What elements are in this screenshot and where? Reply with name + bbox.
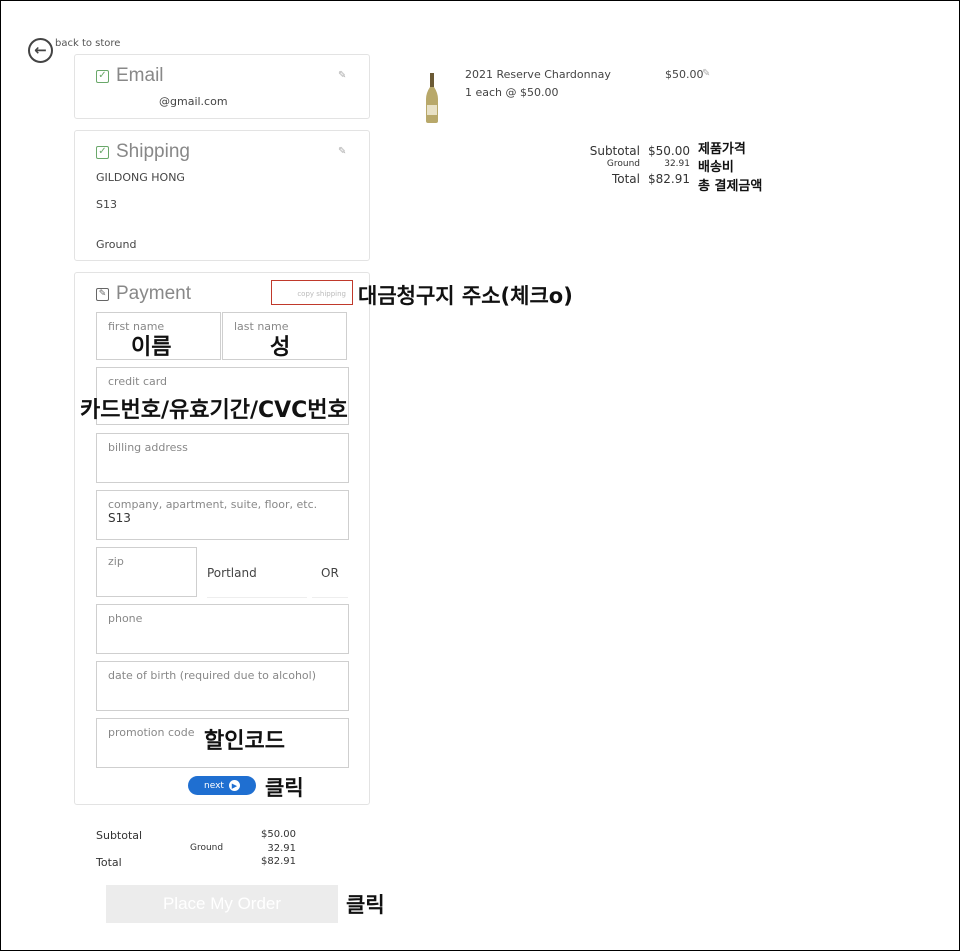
top-total-value: $82.91 bbox=[648, 172, 690, 186]
shipping-panel: ✓ Shipping ✎ GILDONG HONG S13 Ground bbox=[74, 130, 370, 261]
annotation-product-price: 제품가격 bbox=[698, 142, 746, 157]
dob-label: date of birth (required due to alcohol) bbox=[108, 669, 317, 682]
play-circle-icon: ▶ bbox=[228, 780, 240, 791]
billing-address-field[interactable]: billing address bbox=[96, 433, 349, 483]
copy-shipping-label: copy shipping bbox=[297, 290, 346, 298]
zip-field[interactable]: zip bbox=[96, 547, 197, 597]
annotation-promo-code: 할인코드 bbox=[204, 729, 285, 754]
bottom-ground-value: 32.91 bbox=[267, 843, 296, 854]
annotation-click-order: 클릭 bbox=[346, 893, 385, 917]
annotation-shipping-fee: 배송비 bbox=[698, 160, 734, 175]
email-panel: ✓ Email ✎ @gmail.com bbox=[74, 54, 370, 119]
bottom-total-label: Total bbox=[96, 856, 122, 869]
next-button[interactable]: next ▶ bbox=[188, 776, 256, 795]
checkbox-checked-icon: ✓ bbox=[96, 145, 109, 159]
product-name: 2021 Reserve Chardonnay bbox=[465, 68, 611, 81]
bottom-subtotal-value: $50.00 bbox=[261, 829, 296, 840]
copy-shipping-checkbox[interactable]: copy shipping bbox=[271, 280, 353, 305]
shipping-method: Ground bbox=[96, 238, 137, 251]
email-title: Email bbox=[116, 65, 164, 86]
top-subtotal-value: $50.00 bbox=[648, 144, 690, 158]
phone-label: phone bbox=[108, 612, 143, 625]
top-total-label: Total bbox=[611, 172, 640, 186]
checkbox-checked-icon: ✓ bbox=[96, 69, 109, 83]
edit-shipping-icon[interactable]: ✎ bbox=[338, 146, 346, 157]
zip-label: zip bbox=[108, 555, 124, 568]
shipping-title: Shipping bbox=[116, 141, 190, 162]
shipping-address: S13 bbox=[96, 198, 117, 211]
edit-product-icon[interactable]: ✎ bbox=[702, 68, 710, 79]
phone-field[interactable]: phone bbox=[96, 604, 349, 654]
state-value: OR bbox=[321, 566, 339, 580]
billing-address-label: billing address bbox=[108, 441, 188, 454]
top-ground-value: 32.91 bbox=[664, 159, 690, 169]
company-label: company, apartment, suite, floor, etc. bbox=[108, 498, 318, 511]
back-to-store-label: back to store bbox=[55, 38, 121, 49]
credit-card-label: credit card bbox=[108, 375, 168, 388]
top-subtotal-label: Subtotal bbox=[589, 144, 640, 158]
product-qty-line: 1 each @ $50.00 bbox=[465, 86, 559, 99]
shipping-name: GILDONG HONG bbox=[96, 171, 185, 184]
bottom-total-value: $82.91 bbox=[261, 856, 296, 867]
edit-email-icon[interactable]: ✎ bbox=[338, 70, 346, 81]
bottom-subtotal-label: Subtotal bbox=[96, 829, 143, 842]
promo-code-label: promotion code bbox=[108, 726, 195, 739]
annotation-last-name: 성 bbox=[270, 335, 291, 360]
company-value: S13 bbox=[108, 511, 131, 525]
back-arrow-icon: ← bbox=[28, 38, 53, 63]
annotation-total-payment: 총 결제금액 bbox=[698, 179, 763, 194]
city-value: Portland bbox=[207, 566, 257, 580]
place-order-button[interactable]: Place My Order bbox=[106, 885, 338, 923]
state-underline bbox=[312, 597, 348, 598]
product-price: $50.00 bbox=[665, 68, 704, 81]
annotation-card-info: 카드번호/유효기간/CVC번호 bbox=[80, 398, 348, 423]
top-ground-label: Ground bbox=[606, 159, 640, 169]
edit-square-icon: ✎ bbox=[96, 287, 109, 301]
annotation-click-next: 클릭 bbox=[265, 776, 304, 800]
dob-field[interactable]: date of birth (required due to alcohol) bbox=[96, 661, 349, 711]
city-underline bbox=[207, 597, 307, 598]
email-value: @gmail.com bbox=[159, 95, 228, 108]
payment-title: Payment bbox=[116, 283, 191, 304]
annotation-billing-address: 대금청구지 주소(체크o) bbox=[358, 284, 573, 308]
wine-bottle-image bbox=[426, 73, 438, 123]
annotation-first-name: 이름 bbox=[131, 335, 172, 360]
company-field[interactable]: company, apartment, suite, floor, etc. S… bbox=[96, 490, 349, 540]
next-label: next bbox=[204, 780, 224, 791]
bottom-ground-label: Ground bbox=[190, 843, 224, 853]
